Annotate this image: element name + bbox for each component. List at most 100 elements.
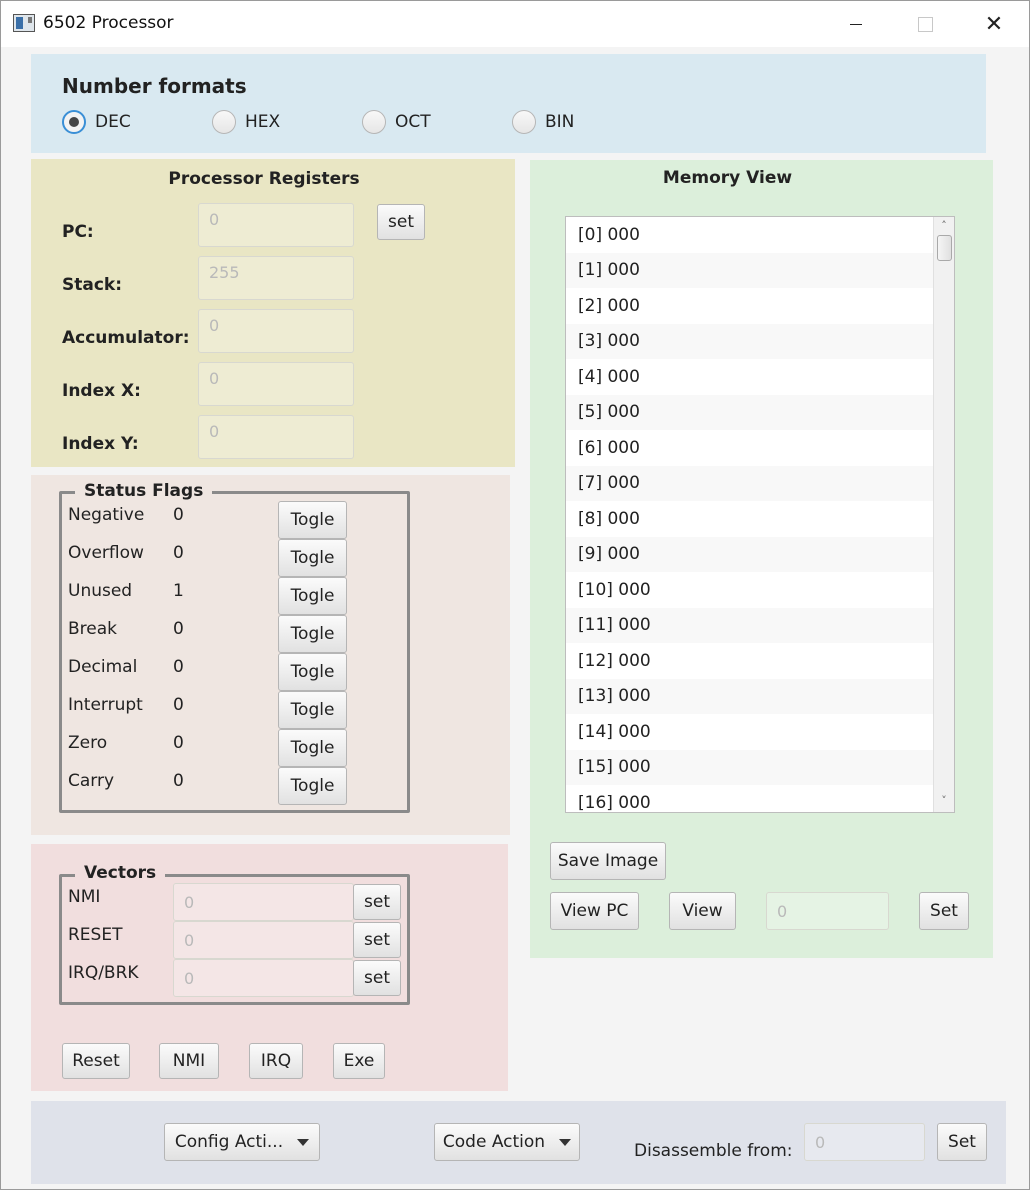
memory-row[interactable]: [11] 000 [566,607,933,643]
code-action-label: Code Action [442,1132,546,1152]
flag-interrupt-name: Interrupt [68,695,143,715]
pc-set-button[interactable]: set [377,204,425,240]
vector-reset-set-button[interactable]: set [353,922,401,958]
memory-address-field[interactable]: 0 [766,892,889,930]
vectors-heading: Vectors [75,863,166,883]
memory-row[interactable]: [8] 000 [566,501,933,537]
pc-field[interactable]: 0 [198,203,354,247]
flag-overflow-toggle-button[interactable]: Togle [278,539,347,577]
memory-row[interactable]: [14] 000 [566,714,933,750]
memory-row[interactable]: [9] 000 [566,536,933,572]
memory-view-heading: Memory View [662,168,793,188]
vector-irq-brk-field[interactable]: 0 [173,959,354,997]
radio-dec[interactable]: DEC [62,110,131,134]
status-flags-group [59,491,410,813]
radio-dec-indicator[interactable] [62,110,86,134]
number-formats-heading: Number formats [62,74,247,98]
memory-row[interactable]: [12] 000 [566,643,933,679]
chevron-down-icon [559,1138,572,1146]
radio-hex-label: HEX [245,112,281,132]
vector-reset-field[interactable]: 0 [173,921,354,959]
index-x-field[interactable]: 0 [198,362,354,406]
memory-row[interactable]: [3] 000 [566,323,933,359]
memory-row[interactable]: [15] 000 [566,749,933,785]
flag-overflow-value: 0 [173,543,184,563]
config-action-dropdown[interactable]: Config Acti... [164,1123,320,1161]
nmi-button[interactable]: NMI [159,1043,219,1079]
flag-zero-value: 0 [173,733,184,753]
flag-unused-name: Unused [68,581,133,601]
memory-row[interactable]: [0] 000 [566,217,933,253]
view-pc-button[interactable]: View PC [550,892,639,930]
bottom-toolbar: Config Acti... Code Action Disassemble f… [31,1101,1006,1184]
radio-bin-indicator[interactable] [512,110,536,134]
radio-hex[interactable]: HEX [212,110,280,134]
flag-break-name: Break [68,619,117,639]
stack-field[interactable]: 255 [198,256,354,300]
flag-overflow-name: Overflow [68,543,144,563]
vector-nmi-set-button[interactable]: set [353,884,401,920]
view-button[interactable]: View [669,892,736,930]
flag-interrupt-toggle-button[interactable]: Togle [278,691,347,729]
memory-row[interactable]: [4] 000 [566,359,933,395]
memory-scrollbar[interactable]: ˄ ˅ [933,217,954,812]
reset-button[interactable]: Reset [62,1043,130,1079]
scroll-thumb[interactable] [937,235,952,261]
save-image-button[interactable]: Save Image [550,842,666,880]
accumulator-field[interactable]: 0 [198,309,354,353]
irq-button[interactable]: IRQ [249,1043,303,1079]
memory-set-button[interactable]: Set [919,892,969,930]
index-x-label: Index X: [62,381,141,401]
vector-irq-brk-name: IRQ/BRK [68,963,139,983]
scroll-up-icon[interactable]: ˄ [939,220,949,231]
radio-bin[interactable]: BIN [512,110,574,134]
memory-row[interactable]: [5] 000 [566,394,933,430]
index-y-field[interactable]: 0 [198,415,354,459]
exe-button[interactable]: Exe [333,1043,385,1079]
vector-nmi-name: NMI [68,887,101,907]
radio-dec-label: DEC [95,112,131,132]
flag-decimal-toggle-button[interactable]: Togle [278,653,347,691]
memory-list[interactable]: [0] 000 [1] 000 [2] 000 [3] 000 [4] 000 [5] 0… [565,216,955,813]
radio-oct-indicator[interactable] [362,110,386,134]
app-icon [13,14,35,32]
number-formats-panel: Number formats DEC HEX OCT BIN [31,54,986,153]
radio-oct[interactable]: OCT [362,110,431,134]
flag-unused-toggle-button[interactable]: Togle [278,577,347,615]
memory-row[interactable]: [16] 000 [566,785,933,812]
status-flags-panel: Status Flags Negative 0 Togle Overflow 0… [31,475,510,835]
maximize-button[interactable] [890,1,960,47]
flag-carry-name: Carry [68,771,115,791]
processor-registers-panel: Processor Registers PC: 0 set Stack: 255… [31,159,515,467]
vectors-panel: Vectors NMI 0 set RESET 0 set IRQ/BRK 0 … [31,844,508,1091]
stack-label: Stack: [62,275,123,295]
memory-row[interactable]: [6] 000 [566,430,933,466]
app-window: 6502 Processor ✕ Number formats DEC HEX … [0,0,1030,1190]
disassemble-set-button[interactable]: Set [937,1123,987,1161]
flag-break-value: 0 [173,619,184,639]
radio-hex-indicator[interactable] [212,110,236,134]
flag-interrupt-value: 0 [173,695,184,715]
flag-negative-toggle-button[interactable]: Togle [278,501,347,539]
vector-irq-brk-set-button[interactable]: set [353,960,401,996]
close-button[interactable]: ✕ [959,1,1029,47]
flag-break-toggle-button[interactable]: Togle [278,615,347,653]
memory-row[interactable]: [13] 000 [566,678,933,714]
flag-zero-toggle-button[interactable]: Togle [278,729,347,767]
code-action-dropdown[interactable]: Code Action [434,1123,580,1161]
scroll-down-icon[interactable]: ˅ [939,795,949,806]
flag-carry-toggle-button[interactable]: Togle [278,767,347,805]
flag-decimal-name: Decimal [68,657,138,677]
memory-row[interactable]: [7] 000 [566,465,933,501]
vector-nmi-field[interactable]: 0 [173,883,354,921]
memory-row[interactable]: [1] 000 [566,252,933,288]
memory-row[interactable]: [10] 000 [566,572,933,608]
memory-row[interactable]: [2] 000 [566,288,933,324]
flag-carry-value: 0 [173,771,184,791]
window-title: 6502 Processor [43,13,174,33]
disassemble-field[interactable]: 0 [804,1123,925,1161]
minimize-button[interactable] [821,1,891,47]
index-y-label: Index Y: [62,434,139,454]
flag-zero-name: Zero [68,733,108,753]
flag-unused-value: 1 [173,581,184,601]
